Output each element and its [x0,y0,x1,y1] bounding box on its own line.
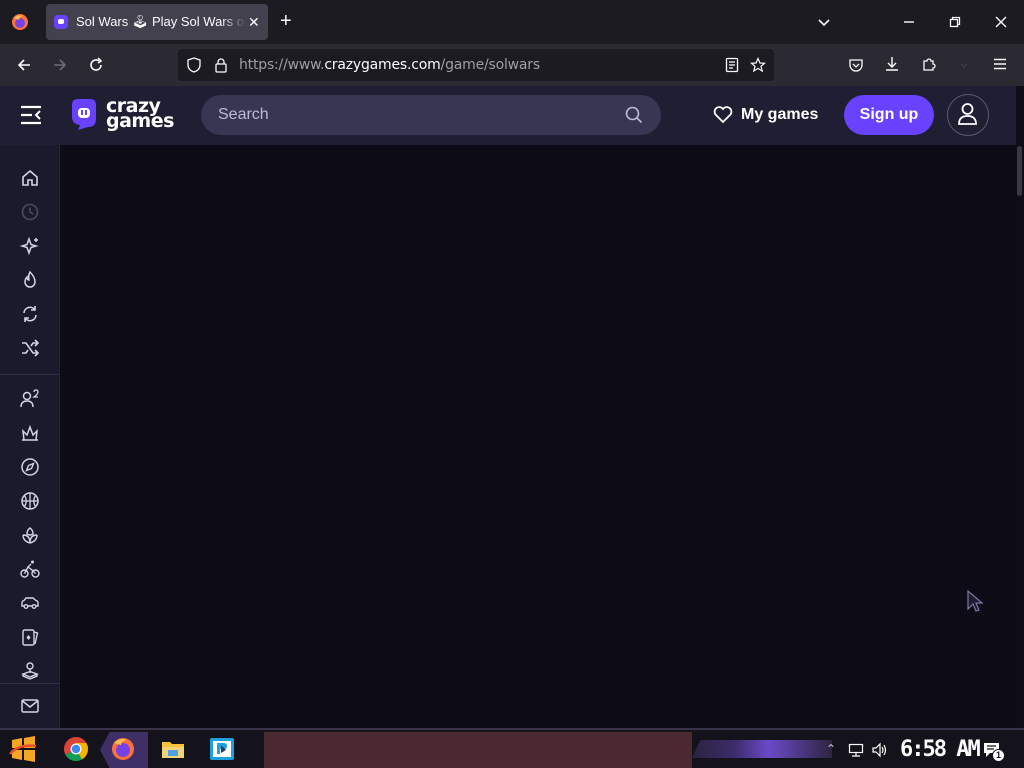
tab-favicon [54,15,68,29]
back-icon[interactable] [10,51,38,79]
basketball-icon[interactable] [20,491,40,511]
sign-up-button[interactable]: Sign up [844,95,934,135]
logo-text-line2: games [106,110,174,132]
media-player-icon[interactable] [207,734,237,764]
crazygames-logo[interactable]: crazy games [68,97,174,131]
start-button-icon[interactable] [8,734,38,764]
notification-center-icon[interactable]: 1 [982,740,1005,762]
heart-icon [713,106,733,124]
home-icon[interactable] [20,168,40,188]
url-text[interactable]: https://www.crazygames.com/game/solwars [239,57,540,73]
scrollbar-thumb[interactable] [1017,146,1022,196]
user-icon [958,103,977,125]
active-tab[interactable]: Sol Wars 🕹 Play Sol Wars on CrazyGames ✕ [46,4,268,40]
fire-icon[interactable] [20,270,40,290]
extensions-icon[interactable] [915,50,943,78]
overflow-icon[interactable] [951,50,979,78]
minimize-icon[interactable] [886,0,932,44]
compass-icon[interactable] [20,457,40,477]
forward-icon[interactable] [46,51,74,79]
file-explorer-icon[interactable] [158,734,188,764]
network-icon[interactable] [848,742,864,758]
sidebar-footer [0,683,59,728]
restore-icon[interactable] [932,0,978,44]
lock-icon[interactable] [213,57,229,73]
volume-icon[interactable] [871,742,889,758]
page-scrollbar[interactable] [1016,86,1024,728]
app-menu-icon[interactable] [986,50,1014,78]
joystick-icon[interactable] [20,661,40,681]
category-sidebar [0,145,60,728]
tracking-shield-icon[interactable] [186,57,202,73]
action-icon[interactable] [20,423,40,443]
url-bar[interactable]: https://www.crazygames.com/game/solwars [178,49,774,81]
search-placeholder: Search [218,106,269,123]
taskbar: ⌃ 6:58 AM 1 [0,728,1024,768]
my-games-label: My games [741,106,819,123]
my-games-button[interactable]: My games [713,95,818,135]
taskbar-clock[interactable]: 6:58 AM [900,737,981,762]
taskbar-empty-area [264,732,692,768]
mail-icon[interactable] [20,696,40,716]
mouse-cursor-icon [966,589,984,613]
navigation-bar: https://www.crazygames.com/game/solwars [0,44,1024,86]
profile-button[interactable] [947,94,989,136]
car-icon[interactable] [20,593,40,613]
browser-tab-bar: Sol Wars 🕹 Play Sol Wars on CrazyGames ✕… [0,0,1024,44]
site-header: crazy games Search My games Sign up [0,86,1016,145]
list-tabs-icon[interactable] [816,14,832,30]
pocket-icon[interactable] [842,51,870,79]
url-domain: https://www.crazygames.com [239,57,441,73]
firefox-menu-icon[interactable] [10,12,30,32]
url-path: /game/solwars [440,57,541,73]
search-icon[interactable] [625,106,643,124]
chrome-icon[interactable] [61,734,91,764]
multiplayer-icon[interactable] [20,389,40,409]
show-hidden-icons-icon[interactable]: ⌃ [826,742,836,756]
tab-close-icon[interactable]: ✕ [248,14,260,31]
reload-icon[interactable] [82,51,110,79]
cards-icon[interactable] [20,627,40,647]
game-content-area[interactable] [60,145,1016,728]
shuffle-icon[interactable] [20,338,40,358]
sidebar-divider [0,374,59,375]
sidebar-toggle-icon[interactable] [20,105,42,125]
taskbar-decoration [692,740,832,758]
clock-icon[interactable] [20,202,40,222]
flower-icon[interactable] [20,525,40,545]
reader-view-icon[interactable] [724,57,740,73]
sparkle-icon[interactable] [20,236,40,256]
close-window-icon[interactable] [978,0,1024,44]
tab-title: Sol Wars 🕹 Play Sol Wars on CrazyGames [76,14,246,29]
notification-count-badge: 1 [992,749,1005,762]
firefox-taskbar-icon[interactable] [108,734,138,764]
downloads-icon[interactable] [878,50,906,78]
bike-icon[interactable] [20,559,40,579]
refresh-icon[interactable] [20,304,40,324]
logo-mascot-icon [72,99,96,130]
bookmark-star-icon[interactable] [750,57,766,73]
search-input[interactable]: Search [201,95,661,135]
new-tab-icon[interactable]: + [280,10,292,32]
